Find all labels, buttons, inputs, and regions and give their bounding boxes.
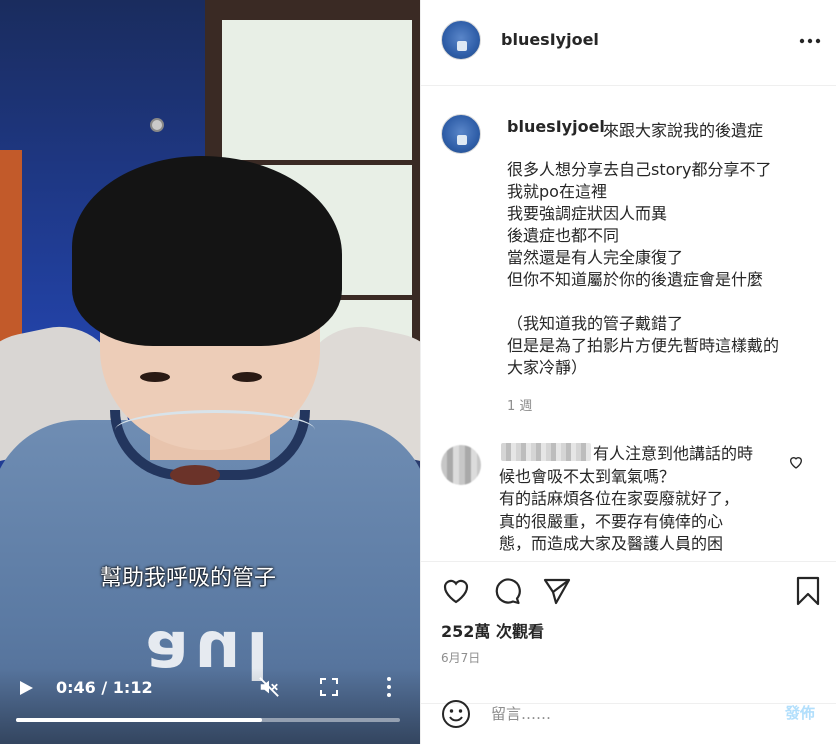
video-progress-bar[interactable] (16, 718, 400, 722)
comment-line: 真的很嚴重，不要存有僥倖的心 (499, 511, 724, 531)
heart-icon[interactable] (441, 576, 471, 606)
play-icon[interactable] (20, 681, 33, 695)
caption-line: 後遺症也都不同 (507, 226, 620, 245)
video-progress-fill (16, 718, 262, 722)
video-frame-nasal-tube (115, 410, 315, 450)
caption-timestamp[interactable]: 1 週 (507, 395, 532, 414)
comment-composer: 發佈 (421, 700, 836, 744)
caption-line: 但是是為了拍影片方便先暫時這樣戴的 (507, 336, 780, 355)
caption-avatar[interactable] (441, 114, 481, 154)
video-frame-hair (72, 156, 342, 346)
comments-section[interactable]: bluesIyjoel 來跟大家說我的後遺症 很多人想分享去自己story都分享… (421, 87, 836, 561)
video-frame-hook (150, 118, 164, 132)
video-frame-mouth (170, 465, 220, 485)
fullscreen-icon[interactable] (320, 678, 338, 696)
post-details-panel: bluesIyjoel bluesIyjoel 來跟大家說我的後遺症 很多人想分… (420, 0, 836, 744)
bookmark-icon[interactable] (793, 576, 823, 606)
caption-line: （我知道我的管子戴錯了 (507, 314, 684, 333)
view-count[interactable]: 252萬 次觀看 (441, 618, 544, 642)
comment-avatar-blurred[interactable] (441, 445, 481, 485)
emoji-icon[interactable] (441, 699, 471, 729)
comment-line: 態，而造成大家及醫護人員的困 (499, 534, 724, 553)
more-horizontal-icon[interactable] (799, 38, 821, 44)
comment-line: 有人注意到他講話的時 (593, 444, 754, 463)
avatar[interactable] (441, 20, 481, 60)
header-username[interactable]: bluesIyjoel (501, 30, 599, 49)
caption-line: 我要強調症狀因人而異 (507, 204, 668, 223)
comment-body: 有人注意到他講話的時 候也會吸不太到氧氣嗎？ 有的話麻煩各位在家耍廢就好了， 真… (499, 443, 789, 556)
caption-line: 當然還是有人完全康復了 (507, 248, 684, 267)
video-frame-panel (222, 20, 412, 160)
comment-bubble-icon[interactable] (492, 576, 522, 606)
comment-line: 候也會吸不太到氧氣嗎？ (499, 466, 676, 486)
video-frame-eye (140, 372, 170, 382)
share-paper-plane-icon[interactable] (542, 576, 572, 606)
video-subtitle: 幫助我呼吸的管子 (99, 566, 276, 591)
caption-line: 我就po在這裡 (507, 182, 607, 201)
caption-line: 很多人想分享去自己story都分享不了 (507, 160, 772, 179)
caption-username[interactable]: bluesIyjoel (507, 117, 605, 136)
comment-line: 有的話麻煩各位在家耍廢就好了， (499, 489, 740, 508)
caption-title: 來跟大家說我的後遺症 (603, 121, 764, 140)
comment-like-heart-icon[interactable] (788, 454, 804, 470)
video-player[interactable]: aul 幫助我呼吸的管子 0:46 / 1:12 (0, 0, 420, 744)
post-header: bluesIyjoel (421, 0, 836, 86)
comment-input[interactable] (491, 701, 761, 727)
video-time: 0:46 / 1:12 (56, 678, 153, 697)
more-vertical-icon[interactable] (384, 676, 394, 698)
video-frame-eye (232, 372, 262, 382)
muted-speaker-icon[interactable] (258, 676, 280, 698)
caption-line: 大家冷靜） (507, 358, 588, 377)
post-date[interactable]: 6月7日 (441, 649, 480, 666)
caption-line: 但你不知道屬於你的後遺症會是什麼 (507, 270, 764, 289)
caption-body: 很多人想分享去自己story都分享不了 我就po在這裡 我要強調症狀因人而異 後… (507, 159, 827, 379)
post-actions: 252萬 次觀看 6月7日 (421, 561, 836, 703)
post-comment-button[interactable]: 發佈 (785, 702, 815, 723)
